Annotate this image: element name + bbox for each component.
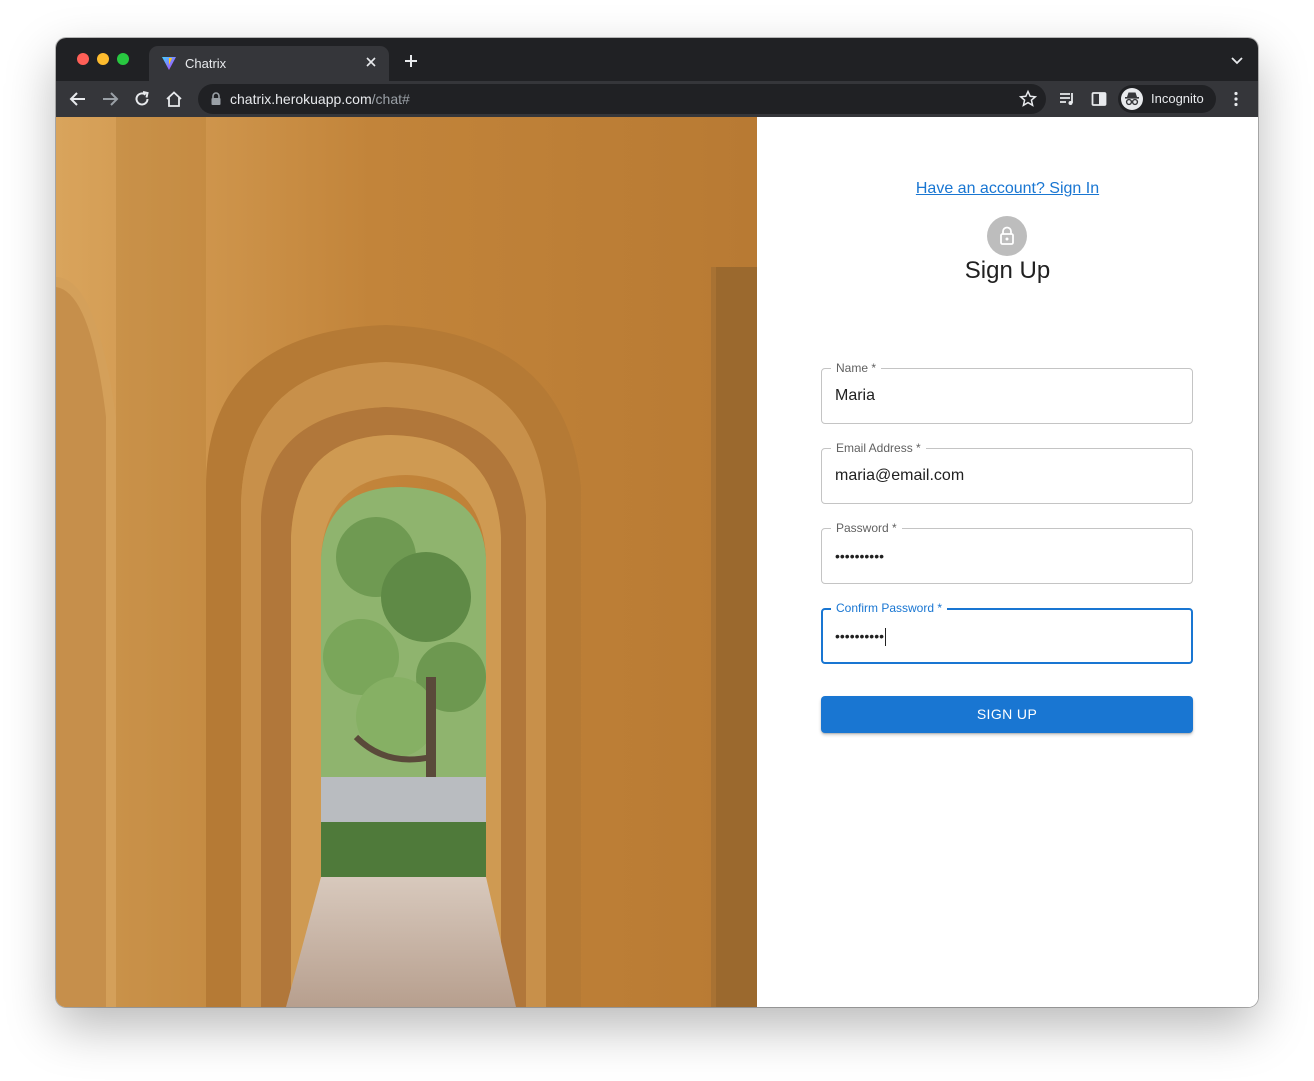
side-panel-icon[interactable]	[1087, 87, 1111, 111]
archway-photo	[56, 117, 757, 1007]
close-tab-icon[interactable]	[363, 54, 379, 70]
url-host: chatrix.herokuapp.com	[230, 91, 372, 107]
back-arrow-icon[interactable]	[66, 87, 90, 111]
text-caret	[885, 628, 887, 647]
password-value: ••••••••••	[835, 548, 885, 564]
incognito-profile-button[interactable]: Incognito	[1118, 85, 1216, 113]
home-icon[interactable]	[162, 87, 186, 111]
incognito-label: Incognito	[1151, 91, 1204, 106]
vite-logo-icon	[162, 57, 176, 70]
confirm-password-field[interactable]: Confirm Password * ••••••••••	[821, 600, 1193, 664]
signin-link[interactable]: Have an account? Sign In	[757, 180, 1258, 198]
page-content: Have an account? Sign In Sign Up Name * …	[56, 117, 1258, 1007]
tab-chatrix[interactable]: Chatrix	[149, 46, 389, 81]
tab-strip: Chatrix	[56, 38, 1258, 81]
browser-window: Chatrix chatrix.herokuapp.com/chat# Inco…	[56, 38, 1258, 1007]
name-value: Maria	[835, 387, 876, 404]
email-value: maria@email.com	[835, 467, 965, 484]
name-label: Name *	[831, 360, 882, 376]
hero-photo	[56, 117, 757, 1007]
url-text: chatrix.herokuapp.com/chat#	[230, 91, 410, 107]
signup-button[interactable]: SIGN UP	[821, 696, 1193, 733]
bookmark-star-icon[interactable]	[1018, 89, 1038, 109]
confirm-password-label: Confirm Password *	[831, 600, 948, 616]
new-tab-icon[interactable]	[401, 51, 421, 71]
confirm-password-value: ••••••••••	[835, 628, 885, 644]
password-label: Password *	[831, 520, 902, 536]
reading-list-icon[interactable]	[1055, 87, 1079, 111]
incognito-icon	[1121, 88, 1143, 110]
minimize-window-button[interactable]	[97, 53, 109, 65]
address-bar[interactable]: chatrix.herokuapp.com/chat#	[198, 84, 1046, 114]
lock-outline-icon	[1000, 226, 1014, 245]
close-window-button[interactable]	[77, 53, 89, 65]
confirm-password-value-wrap: ••••••••••	[835, 628, 887, 647]
password-field[interactable]: Password * ••••••••••	[821, 520, 1193, 584]
reload-icon[interactable]	[130, 87, 154, 111]
signup-panel: Have an account? Sign In Sign Up Name * …	[757, 117, 1258, 1007]
email-label: Email Address *	[831, 440, 926, 456]
name-field[interactable]: Name * Maria	[821, 360, 1193, 424]
url-path: /chat#	[371, 91, 410, 107]
more-vert-icon[interactable]	[1224, 87, 1248, 111]
tab-title: Chatrix	[185, 56, 227, 71]
maximize-window-button[interactable]	[117, 53, 129, 65]
chevron-down-icon[interactable]	[1230, 53, 1244, 67]
email-field[interactable]: Email Address * maria@email.com	[821, 440, 1193, 504]
lock-icon[interactable]	[210, 92, 222, 106]
lock-avatar	[987, 216, 1027, 256]
forward-arrow-icon[interactable]	[98, 87, 122, 111]
browser-toolbar: chatrix.herokuapp.com/chat# Incognito	[56, 81, 1258, 117]
page-title: Sign Up	[964, 257, 1051, 284]
